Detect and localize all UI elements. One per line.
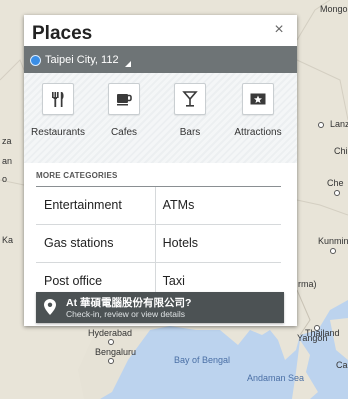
map-label-hyderabad: Hyderabad (88, 328, 133, 338)
map-city-dot (108, 358, 114, 364)
map-label-chi: Chi (334, 146, 348, 156)
category-entertainment[interactable]: Entertainment (36, 187, 156, 224)
map-city-dot (108, 339, 114, 345)
checkin-subtitle: Check-in, review or view details (66, 309, 186, 319)
map-city-dot (334, 190, 340, 196)
places-panel: Places × Taipei City, 112 Restaurants Ca… (24, 15, 297, 326)
location-label: Taipei City, 112 (45, 54, 119, 66)
map-city-dot (318, 122, 324, 128)
bar-icon (174, 83, 206, 115)
panel-title: Places (32, 23, 93, 44)
map-label-che: Che (327, 178, 344, 188)
map-label-kunming: Kunmin (318, 236, 348, 246)
location-icon (30, 54, 41, 66)
category-attractions[interactable]: Attractions (224, 83, 292, 138)
category-label: Attractions (234, 127, 282, 138)
more-categories-row: Gas stations Hotels (36, 225, 281, 263)
map-city-dot (330, 248, 336, 254)
checkin-title: At 華碩電腦股份有限公司? (66, 297, 192, 309)
cafe-icon (108, 83, 140, 115)
category-gas-stations[interactable]: Gas stations (36, 225, 156, 262)
checkin-banner[interactable]: At 華碩電腦股份有限公司? Check-in, review or view … (36, 292, 284, 323)
location-bar: Taipei City, 112 (24, 46, 297, 73)
map-label-andaman-sea: Andaman Sea (247, 373, 305, 383)
category-label: Cafes (110, 127, 138, 138)
map-label-bay-of-bengal: Bay of Bengal (174, 355, 231, 365)
category-restaurants[interactable]: Restaurants (24, 83, 92, 138)
more-categories-grid: Entertainment ATMs Gas stations Hotels P… (36, 187, 281, 301)
category-cafes[interactable]: Cafes (90, 83, 158, 138)
category-bars[interactable]: Bars (156, 83, 224, 138)
more-categories-title: MORE CATEGORIES (36, 163, 281, 187)
map-label-left-b: an (2, 156, 13, 166)
map-label-left-a: za (2, 136, 12, 146)
category-label: Bars (179, 127, 201, 138)
map-label-left-c: o (2, 174, 8, 184)
attractions-icon (242, 83, 274, 115)
map-label-mongolia: Mongo (320, 4, 348, 14)
map-label-myanmar: rma) (298, 279, 317, 289)
more-categories: MORE CATEGORIES Entertainment ATMs Gas s… (36, 163, 281, 301)
dropdown-corner-icon (124, 61, 131, 67)
map-label-thailand: Thailand (305, 328, 340, 338)
location-pin-icon (44, 299, 56, 315)
close-button[interactable]: × (271, 22, 287, 38)
map-label-bengaluru: Bengaluru (95, 347, 137, 357)
panel-header: Places × (24, 15, 297, 45)
category-icons: Restaurants Cafes Bars Attractions (24, 73, 297, 163)
category-label: Restaurants (31, 127, 85, 138)
map-label-cai: Ca (336, 360, 348, 370)
more-categories-row: Entertainment ATMs (36, 187, 281, 225)
category-hotels[interactable]: Hotels (156, 225, 281, 262)
location-selector[interactable]: Taipei City, 112 (30, 53, 131, 67)
category-atms[interactable]: ATMs (156, 187, 281, 224)
restaurant-icon (42, 83, 74, 115)
map-label-lanzhou: Lanz (330, 119, 348, 129)
map-label-left-d: Ka (2, 235, 14, 245)
